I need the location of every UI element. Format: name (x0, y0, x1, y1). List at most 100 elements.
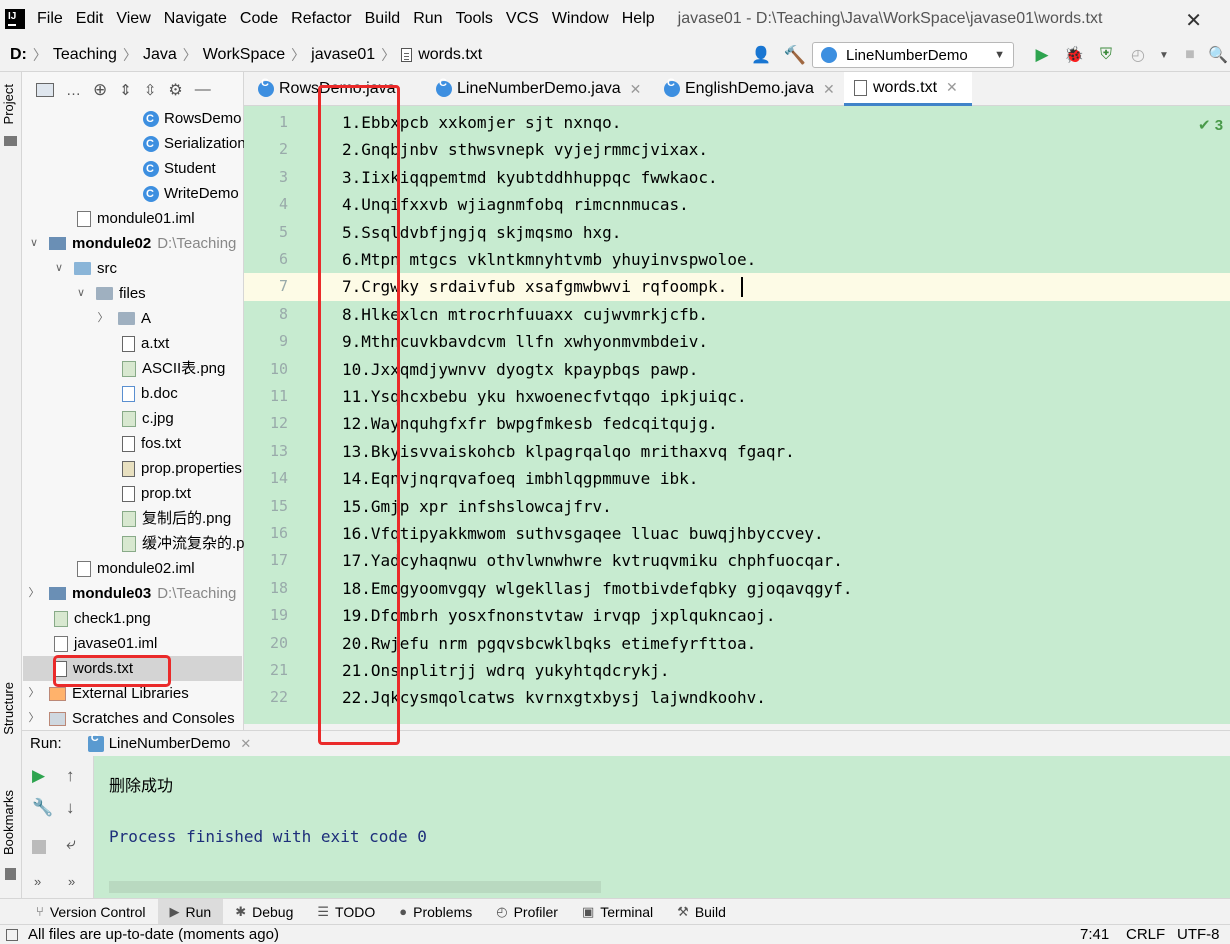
project-view-icon[interactable] (36, 83, 54, 97)
chevron-down-icon[interactable]: ∨ (27, 231, 41, 256)
problems-tool-button[interactable]: ● Problems (387, 899, 484, 925)
user-icon[interactable]: 👤 (744, 45, 778, 65)
tree-item[interactable]: Serialization (143, 131, 246, 157)
wrench-icon[interactable]: 🔧 (32, 798, 53, 818)
tree-item[interactable]: fos.txt (122, 431, 181, 456)
close-icon[interactable]: ✕ (630, 81, 642, 98)
run-tool-button[interactable]: ▶ Run (157, 898, 224, 925)
build-tool-button[interactable]: ⚒ Build (665, 899, 738, 925)
menu-edit[interactable]: Edit (76, 10, 104, 28)
tab-words-txt[interactable]: words.txt ✕ (844, 72, 972, 106)
breadcrumb-drive[interactable]: D: (10, 46, 27, 64)
code-line[interactable]: 2.Gnqbjnbv sthwsvnepk vyjejrmmcjvixax. (342, 136, 708, 163)
tree-item[interactable]: check1.png (54, 606, 242, 631)
tool-windows-icon[interactable] (6, 929, 18, 941)
caret-position[interactable]: 7:41 (1080, 926, 1109, 943)
code-line[interactable]: 14.Eqnvjnqrqvafoeq imbhlqgpmmuve ibk. (342, 465, 698, 492)
rerun-icon[interactable]: ▶ (32, 766, 45, 786)
tree-item[interactable]: 〉 mondule03 D:\Teaching (27, 581, 237, 606)
locate-icon[interactable]: ⊕ (93, 80, 107, 100)
menu-navigate[interactable]: Navigate (164, 10, 227, 28)
tree-item[interactable]: ∨ src (52, 256, 117, 281)
code-line[interactable]: 4.Unqifxxvb wjiagnmfobq rimcnnmucas. (342, 191, 689, 218)
todo-tool-button[interactable]: ☰ TODO (305, 899, 387, 925)
menu-help[interactable]: Help (622, 10, 655, 28)
collapse-all-icon[interactable]: ⇳ (144, 81, 157, 99)
close-icon[interactable]: ✕ (240, 736, 251, 752)
tree-item[interactable]: prop.txt (122, 481, 191, 506)
chevron-right-icon[interactable]: 〉 (27, 581, 41, 606)
menu-refactor[interactable]: Refactor (291, 10, 351, 28)
structure-tool-button[interactable]: Structure (1, 682, 16, 735)
profile-icon[interactable]: ◴ (1122, 45, 1154, 65)
tree-item[interactable]: ∨ files (74, 281, 146, 306)
chevron-down-icon[interactable]: ▼ (1154, 50, 1174, 61)
code-line[interactable]: 13.Bkyisvvaiskohcb klpagrqalqo mrithaxvq… (342, 438, 795, 465)
tree-item[interactable]: c.jpg (122, 406, 174, 431)
code-line[interactable]: 8.Hlkexlcn mtrocrhfuuaxx cujwvmrkjcfb. (342, 301, 708, 328)
close-icon[interactable]: ✕ (946, 79, 958, 96)
expand-all-icon[interactable]: ⇕ (119, 81, 132, 99)
code-line[interactable]: 20.Rwjefu nrm pgqvsbcwklbqks etimefyrftt… (342, 630, 756, 657)
tree-item[interactable]: WriteDemo (143, 181, 239, 207)
view-selector[interactable]: … (66, 82, 81, 99)
chevron-right-icon[interactable]: 〉 (27, 681, 41, 706)
tree-item[interactable]: ∨ mondule02 D:\Teaching (27, 231, 236, 256)
project-tool-button[interactable]: Project (1, 84, 16, 124)
console-scrollbar[interactable] (109, 881, 601, 893)
close-icon[interactable]: ✕ (823, 81, 835, 98)
tree-item[interactable]: javase01.iml (54, 631, 242, 656)
coverage-icon[interactable]: ⛨ (1090, 46, 1122, 64)
menu-run[interactable]: Run (413, 10, 442, 28)
breadcrumb-file[interactable]: words.txt (418, 46, 482, 64)
chevron-right-icon[interactable]: 〉 (96, 306, 110, 331)
tree-item[interactable]: Student (143, 156, 216, 182)
breadcrumb-java[interactable]: Java (143, 46, 177, 64)
menu-file[interactable]: File (37, 10, 63, 28)
more-icon[interactable]: » (34, 874, 41, 889)
more-icon[interactable]: » (68, 874, 75, 889)
tree-item[interactable]: ASCII表.png (122, 356, 225, 381)
breadcrumb-project[interactable]: javase01 (311, 46, 375, 64)
code-line[interactable]: 18.Emogyoomvgqy wlgekllasj fmotbivdefqbk… (342, 575, 853, 602)
line-separator[interactable]: CRLF (1126, 926, 1165, 943)
tree-item[interactable]: mondule01.iml (77, 206, 195, 231)
tab-linenumberdemo[interactable]: LineNumberDemo.java ✕ (426, 72, 651, 106)
tree-item[interactable]: 〉 A (96, 306, 152, 331)
code-line[interactable]: 15.Gmjp xpr infshslowcajfrv. (342, 493, 612, 520)
soft-wrap-icon[interactable]: ⤶ (66, 834, 76, 854)
code-line[interactable]: 12.Waynquhgfxfr bwpgfmkesb fedcqitqujg. (342, 410, 718, 437)
code-line[interactable]: 1.Ebbxpcb xxkomjer sjt nxnqo. (342, 109, 621, 136)
run-console[interactable]: 删除成功 Process finished with exit code 0 (94, 756, 1230, 898)
menu-tools[interactable]: Tools (456, 10, 493, 28)
code-line[interactable]: 11.Ysqhcxbebu yku hxwoenecfvtqqo ipkjuiq… (342, 383, 747, 410)
close-icon[interactable]: ✕ (1185, 8, 1202, 33)
tree-item[interactable]: 〉 External Libraries (27, 681, 189, 706)
code-line[interactable]: 3.Iixkiqqpemtmd kyubtddhhuppqc fwwkaoc. (342, 164, 718, 191)
tree-item[interactable]: RowsDemo (143, 106, 242, 132)
inspection-status[interactable]: ✔ 3 (1198, 116, 1223, 134)
hammer-icon[interactable]: 🔨 (778, 45, 812, 66)
run-configuration-select[interactable]: LineNumberDemo ▼ (812, 42, 1014, 68)
menu-code[interactable]: Code (240, 10, 278, 28)
up-arrow-icon[interactable]: ↑ (66, 766, 75, 786)
menu-build[interactable]: Build (365, 10, 401, 28)
chevron-down-icon[interactable]: ∨ (52, 256, 66, 281)
stop-icon[interactable]: ■ (1174, 46, 1206, 64)
tree-item-selected[interactable]: words.txt (23, 656, 242, 681)
stop-icon[interactable] (32, 840, 46, 854)
debug-icon[interactable]: 🐞 (1058, 45, 1090, 65)
debug-tool-button[interactable]: ✱ Debug (223, 899, 305, 925)
code-line[interactable]: 22.Jqkcysmqolcatws kvrnxgtxbysj lajwndko… (342, 684, 766, 711)
code-line[interactable]: 10.Jxxqmdjywnvv dyogtx kpaypbqs pawp. (342, 356, 698, 383)
bookmarks-tool-button[interactable]: Bookmarks (1, 790, 16, 855)
code-line[interactable]: 16.Vfqtipyakkmwom suthvsgaqee lluac buwq… (342, 520, 824, 547)
code-line[interactable]: 19.Dfombrh yosxfnonstvtaw irvqp jxplqukn… (342, 602, 775, 629)
code-line[interactable]: 17.Yadcyhaqnwu othvlwnwhwre kvtruqvmiku … (342, 547, 843, 574)
profiler-tool-button[interactable]: ◴ Profiler (484, 899, 570, 925)
chevron-right-icon[interactable]: 〉 (27, 706, 41, 731)
code-line[interactable]: 21.Onsnplitrjj wdrq yukyhtqdcrykj. (342, 657, 670, 684)
terminal-tool-button[interactable]: ▣ Terminal (570, 899, 665, 925)
hide-icon[interactable]: — (195, 81, 211, 99)
tree-item[interactable]: 复制后的.png (122, 506, 231, 531)
